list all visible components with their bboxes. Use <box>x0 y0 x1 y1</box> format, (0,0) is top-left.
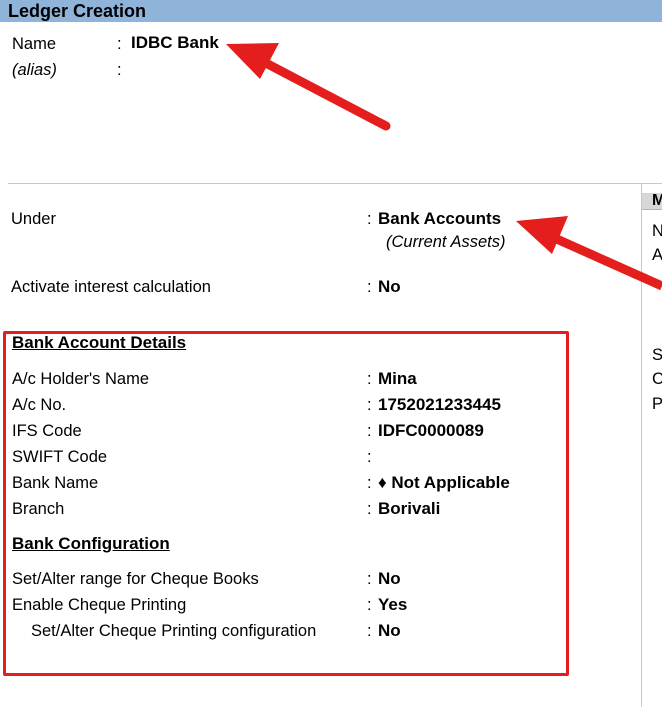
annotation-arrows <box>226 43 662 291</box>
arrow-to-under-icon <box>516 216 662 291</box>
arrow-to-name-icon <box>226 43 391 131</box>
